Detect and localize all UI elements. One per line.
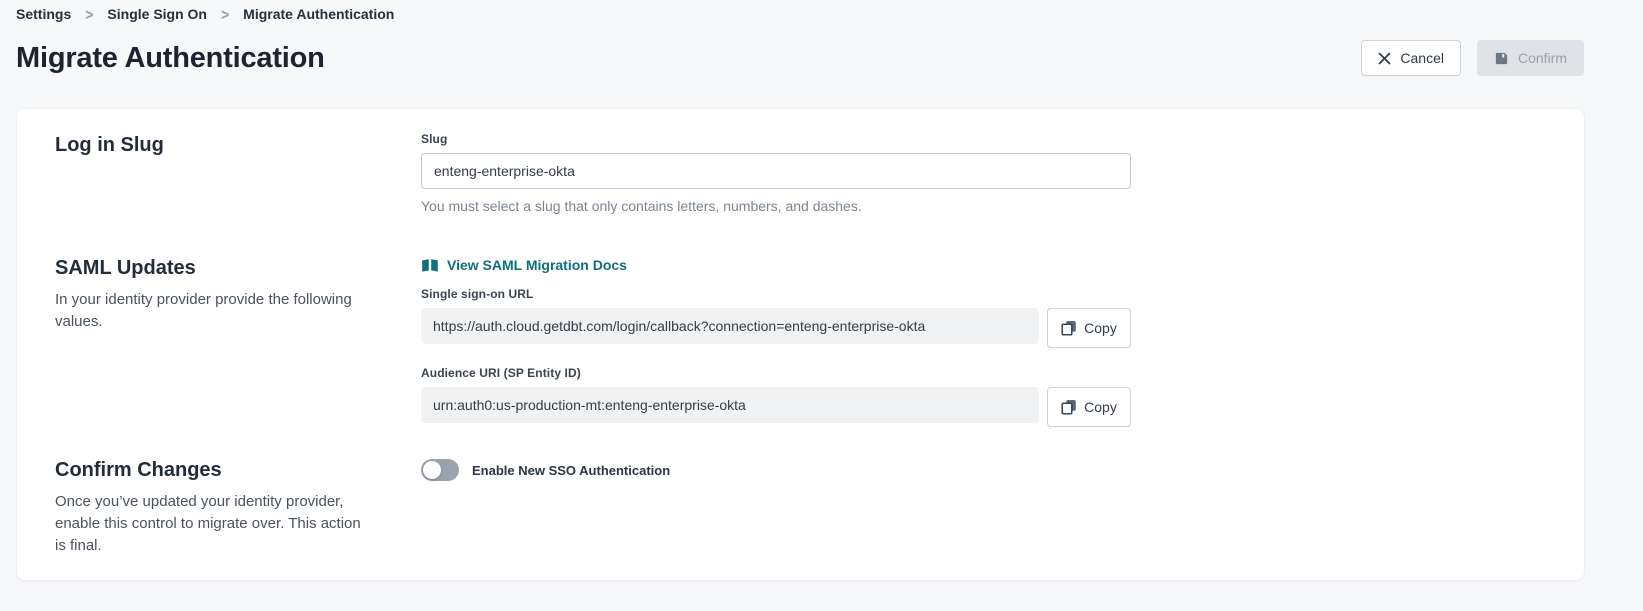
slug-input[interactable]	[421, 153, 1131, 189]
saml-updates-section: SAML Updates In your identity provider p…	[55, 255, 1546, 427]
view-saml-migration-docs-link[interactable]: View SAML Migration Docs	[421, 255, 627, 275]
sso-url-label: Single sign-on URL	[421, 287, 1131, 302]
confirm-changes-heading: Confirm Changes	[55, 457, 421, 483]
breadcrumb-migrate-authentication[interactable]: Migrate Authentication	[243, 6, 394, 22]
save-floppy-icon	[1494, 51, 1509, 66]
login-slug-section: Log in Slug Slug You must select a slug …	[55, 132, 1546, 215]
confirm-button[interactable]: Confirm	[1477, 40, 1584, 76]
docs-link-label: View SAML Migration Docs	[447, 255, 627, 275]
cancel-button[interactable]: Cancel	[1361, 40, 1461, 76]
header-actions: Cancel Confirm	[1361, 40, 1584, 76]
enable-sso-toggle-label: Enable New SSO Authentication	[472, 463, 670, 478]
breadcrumb-settings[interactable]: Settings	[16, 6, 71, 22]
breadcrumb: Settings > Single Sign On > Migrate Auth…	[16, 6, 1584, 22]
copy-button-label: Copy	[1084, 320, 1117, 336]
copy-sso-url-button[interactable]: Copy	[1047, 308, 1131, 348]
copy-pages-icon	[1061, 399, 1077, 415]
cancel-button-label: Cancel	[1400, 50, 1444, 66]
open-book-icon	[421, 258, 439, 273]
saml-updates-description: In your identity provider provide the fo…	[55, 289, 375, 333]
confirm-changes-description: Once you’ve updated your identity provid…	[55, 491, 375, 557]
page-header: Settings > Single Sign On > Migrate Auth…	[0, 0, 1643, 80]
login-slug-heading: Log in Slug	[55, 132, 421, 158]
audience-uri-value: urn:auth0:us-production-mt:enteng-enterp…	[421, 387, 1039, 423]
confirm-button-label: Confirm	[1518, 50, 1567, 66]
chevron-right-icon: >	[85, 5, 93, 23]
page-title: Migrate Authentication	[16, 42, 325, 75]
audience-uri-label: Audience URI (SP Entity ID)	[421, 366, 1131, 381]
slug-helper-text: You must select a slug that only contain…	[421, 197, 1131, 215]
close-icon	[1378, 52, 1391, 65]
confirm-changes-section: Confirm Changes Once you’ve updated your…	[55, 457, 1546, 557]
copy-audience-uri-button[interactable]: Copy	[1047, 387, 1131, 427]
saml-updates-heading: SAML Updates	[55, 255, 421, 281]
migrate-authentication-card: Log in Slug Slug You must select a slug …	[17, 109, 1584, 580]
chevron-right-icon: >	[221, 5, 229, 23]
enable-sso-toggle[interactable]	[421, 459, 459, 481]
slug-label: Slug	[421, 132, 1131, 147]
breadcrumb-single-sign-on[interactable]: Single Sign On	[107, 6, 207, 22]
copy-button-label: Copy	[1084, 399, 1117, 415]
toggle-knob	[423, 461, 441, 479]
copy-pages-icon	[1061, 320, 1077, 336]
sso-url-value: https://auth.cloud.getdbt.com/login/call…	[421, 308, 1039, 344]
